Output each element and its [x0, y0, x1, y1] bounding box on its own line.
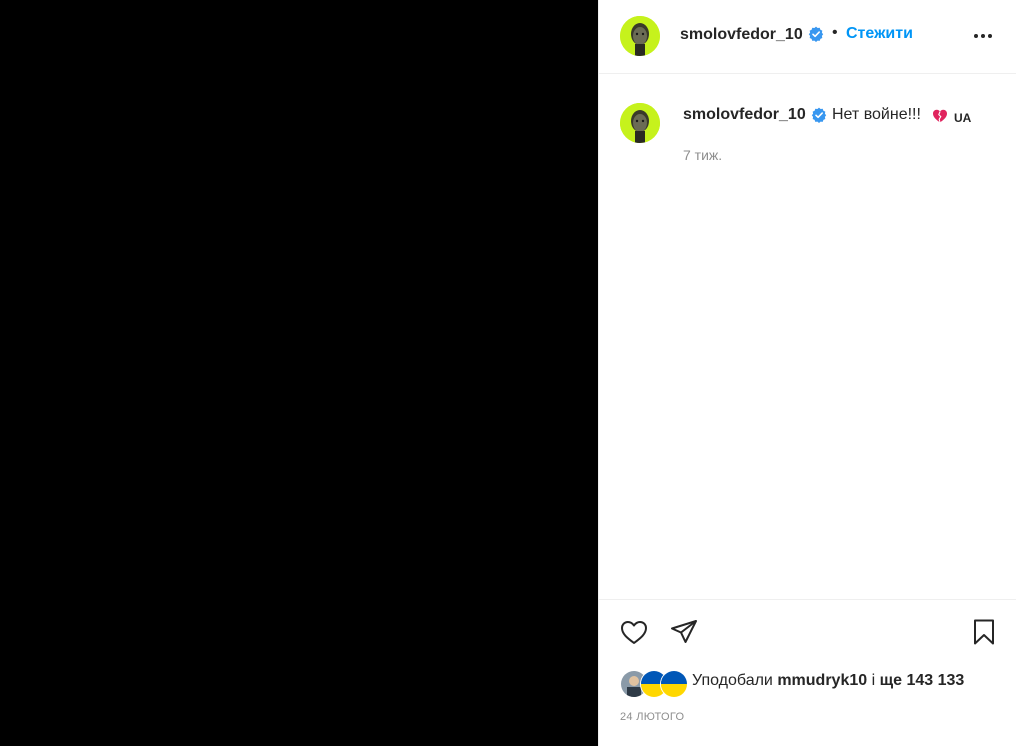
author-username[interactable]: smolovfedor_10	[680, 26, 803, 44]
more-options-icon[interactable]	[971, 24, 995, 48]
liker-avatar-ukraine-flag[interactable]	[660, 670, 688, 698]
liker-avatars[interactable]	[620, 670, 690, 698]
verified-badge-icon	[808, 26, 824, 42]
caption-author-avatar[interactable]	[620, 103, 660, 143]
caption-author-username[interactable]: smolovfedor_10	[683, 106, 806, 124]
post-media[interactable]	[0, 0, 598, 746]
post-header: smolovfedor_10 • Стежити	[599, 0, 1016, 74]
likes-joiner: і	[871, 672, 876, 689]
caption-text: Нет войне!!!	[832, 106, 921, 123]
separator-dot: •	[832, 24, 838, 41]
verified-badge-icon	[811, 107, 827, 123]
broken-heart-emoji-icon	[932, 108, 948, 124]
paper-plane-icon[interactable]	[669, 617, 699, 647]
likes-summary: Уподобали mmudryk10 і ще 143 133	[692, 672, 964, 690]
likes-count-link[interactable]: ще 143 133	[880, 672, 965, 689]
bookmark-icon[interactable]	[969, 617, 999, 647]
flag-ua-label: UA	[954, 111, 972, 125]
post-date[interactable]: 24 ЛЮТОГО	[620, 711, 684, 723]
likes-prefix: Уподобали	[692, 672, 773, 689]
follow-button[interactable]: Стежити	[846, 25, 913, 43]
post-actions-section: Уподобали mmudryk10 і ще 143 133 24 ЛЮТО…	[599, 599, 1016, 746]
post-side-panel: smolovfedor_10 • Стежити smolovfedor_10 …	[598, 0, 1016, 746]
post-time-ago[interactable]: 7 тиж.	[683, 147, 722, 163]
heart-icon[interactable]	[619, 617, 649, 647]
author-avatar[interactable]	[620, 16, 660, 56]
likes-first-user-link[interactable]: mmudryk10	[777, 672, 867, 689]
